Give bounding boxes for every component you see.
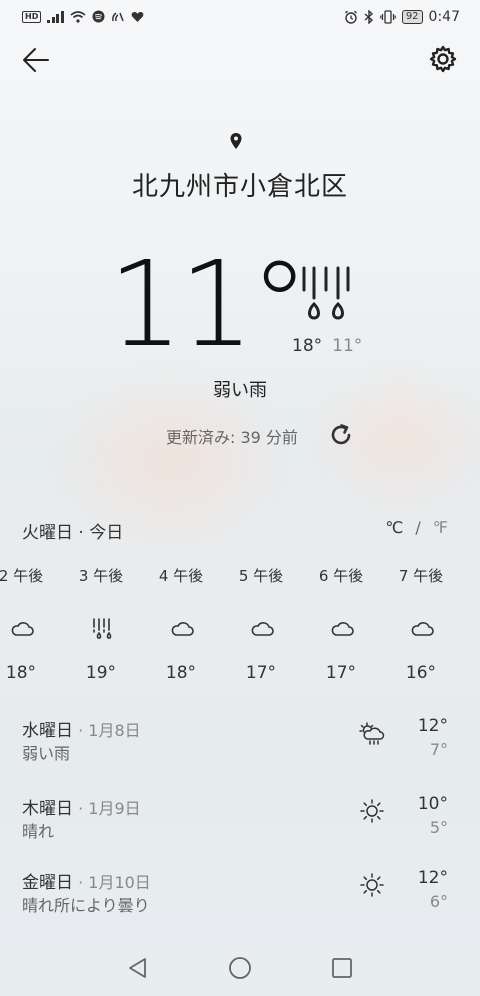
- hourly-forecast[interactable]: 2 午後 18° 3 午後 19° 4 午後 18° 5 午後 17° 6 午後…: [0, 565, 480, 695]
- weekday: 金曜日: [22, 873, 73, 893]
- hour-temperature: 18°: [5, 663, 37, 683]
- hour-label: 7 午後: [398, 567, 444, 585]
- rain-icon: [93, 618, 112, 639]
- city-name[interactable]: 北九州市小倉北区: [0, 166, 480, 203]
- low-temperature: 11°: [332, 336, 363, 356]
- nfc-icon: [111, 12, 124, 22]
- back-button[interactable]: [20, 44, 52, 76]
- hour-temperature: 17°: [325, 663, 357, 683]
- battery-level: 92: [401, 10, 423, 24]
- daily-row[interactable]: 水曜日 · 1月8日 弱い雨 12° 7°: [0, 712, 480, 772]
- nav-recents-button[interactable]: [330, 956, 354, 980]
- unit-separator: /: [415, 518, 421, 537]
- cloudy-icon: [171, 622, 194, 636]
- hour-temperature: 17°: [245, 663, 277, 683]
- arrow-left-icon: [23, 48, 49, 72]
- hour-temperature: 16°: [405, 663, 437, 683]
- gear-icon: [429, 45, 457, 73]
- hour-temperature: 19°: [85, 663, 117, 683]
- daily-condition: 晴れ: [22, 822, 55, 841]
- daily-low: 5°: [429, 818, 448, 837]
- clock: 0:47: [428, 9, 460, 25]
- wifi-icon: [70, 10, 86, 23]
- hour-label: 4 午後: [158, 567, 204, 585]
- daily-low: 6°: [429, 892, 448, 911]
- cloudy-icon: [411, 622, 434, 636]
- current-temperature: 11°: [108, 235, 309, 373]
- daily-high: 12°: [417, 868, 448, 888]
- updated-time: 更新済み: 39 分前: [166, 428, 298, 447]
- daily-day: 水曜日 · 1月8日: [22, 716, 141, 741]
- alarm-icon: [344, 10, 357, 24]
- daily-high: 12°: [417, 716, 448, 736]
- cloudy-icon: [251, 622, 274, 636]
- system-nav-bar: [0, 944, 480, 996]
- spotify-icon: [92, 10, 105, 23]
- celsius-option[interactable]: ℃: [385, 518, 403, 537]
- high-temperature: 18°: [292, 336, 323, 356]
- status-bar: HD 92 0:47: [0, 0, 480, 36]
- current-condition: 弱い雨: [213, 380, 267, 401]
- hour-temperature: 18°: [165, 663, 197, 683]
- cloudy-icon: [331, 622, 354, 636]
- hour-label: 6 午後: [318, 567, 364, 585]
- unit-toggle: ℃ / ℉: [385, 518, 448, 537]
- vibrate-icon: [380, 10, 396, 24]
- date: · 1月9日: [73, 799, 141, 818]
- rain-icon: [302, 266, 350, 320]
- bluetooth-icon: [364, 10, 373, 24]
- daily-day: 金曜日 · 1月10日: [22, 868, 151, 893]
- circle-home-icon: [229, 957, 251, 979]
- daily-condition: 晴れ所により曇り: [22, 896, 150, 915]
- hd-badge: HD: [22, 10, 42, 23]
- settings-button[interactable]: [428, 44, 460, 76]
- location-pin-icon: [230, 133, 242, 149]
- sun-icon: [360, 799, 384, 823]
- sun-icon: [360, 873, 384, 897]
- square-recents-icon: [332, 958, 352, 978]
- date: · 1月10日: [73, 873, 151, 892]
- heart-icon: [131, 11, 144, 22]
- refresh-button[interactable]: [329, 423, 353, 447]
- daily-high: 10°: [417, 794, 448, 814]
- daily-day: 木曜日 · 1月9日: [22, 794, 141, 819]
- weekday: 水曜日: [22, 721, 73, 741]
- high-low: 18° 11°: [292, 336, 362, 356]
- nav-home-button[interactable]: [228, 956, 252, 980]
- daily-row[interactable]: 金曜日 · 1月10日 晴れ所により曇り 12° 6°: [0, 864, 480, 924]
- signal-icon: [47, 10, 64, 23]
- today-label: 火曜日 · 今日: [22, 523, 124, 543]
- sun-cloud-rain-icon: [359, 722, 385, 745]
- triangle-back-icon: [129, 958, 146, 978]
- fahrenheit-option[interactable]: ℉: [433, 518, 448, 537]
- date: · 1月8日: [73, 721, 141, 740]
- daily-condition: 弱い雨: [22, 744, 71, 763]
- cloudy-icon: [11, 622, 34, 636]
- weekday: 木曜日: [22, 799, 73, 819]
- daily-row[interactable]: 木曜日 · 1月9日 晴れ 10° 5°: [0, 790, 480, 850]
- hour-label: 2 午後: [0, 567, 44, 585]
- hour-label: 5 午後: [238, 567, 284, 585]
- daily-low: 7°: [429, 740, 448, 759]
- hour-label: 3 午後: [78, 567, 124, 585]
- refresh-icon: [331, 424, 351, 445]
- nav-back-button[interactable]: [126, 956, 150, 980]
